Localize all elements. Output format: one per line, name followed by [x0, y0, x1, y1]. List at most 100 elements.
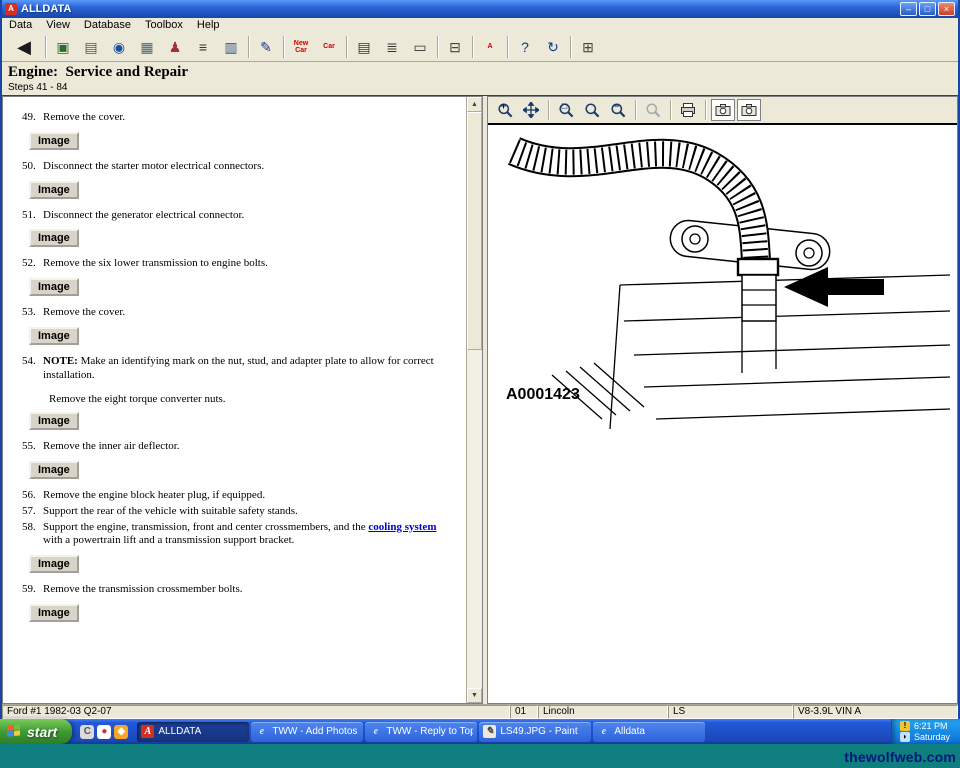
step-number: 58.	[9, 521, 43, 549]
taskbar-item[interactable]: eTWW - Add Photos - ...	[251, 722, 363, 742]
main-split: 49.Remove the cover. Image 50.Disconnect t…	[2, 96, 958, 704]
step-text: Remove the engine block heater plug, if …	[43, 489, 460, 503]
car-icon[interactable]: Car	[316, 35, 342, 59]
scroll-down-button[interactable]: ▼	[467, 688, 482, 703]
step-text: Remove the inner air deflector.	[43, 440, 460, 454]
print-image-button[interactable]	[676, 99, 700, 121]
cooling-system-link[interactable]: cooling system	[368, 521, 436, 533]
technician-icon[interactable]: ♟	[162, 35, 188, 59]
scrollbar-track[interactable]	[467, 112, 482, 688]
document-pages-icon[interactable]: ▥	[218, 35, 244, 59]
image-button[interactable]: Image	[29, 229, 79, 247]
back-button[interactable]: ◀	[7, 35, 41, 59]
image-button[interactable]: Image	[29, 181, 79, 199]
step-item: 58.Support the engine, transmission, fro…	[9, 521, 460, 549]
outline-view-icon[interactable]: ▤	[351, 35, 377, 59]
menu-bar: DataViewDatabaseToolboxHelp	[2, 18, 958, 33]
help-icon[interactable]: ?	[512, 35, 538, 59]
status-segment: Ford #1 1982-03 Q2-07	[2, 705, 510, 719]
step-item: 50.Disconnect the starter motor electric…	[9, 160, 460, 174]
taskbar-item-label: ALLDATA	[158, 726, 201, 737]
menu-toolbox[interactable]: Toolbox	[138, 18, 190, 33]
step-item: 53.Remove the cover.	[9, 306, 460, 320]
vertical-scrollbar[interactable]: ▲ ▼	[466, 97, 482, 703]
taskbar: start C●◆ AALLDATAeTWW - Add Photos - ..…	[0, 719, 960, 744]
mini-list-icon[interactable]: ≡	[190, 35, 216, 59]
image-button[interactable]: Image	[29, 132, 79, 150]
step-number: 49.	[9, 111, 43, 125]
step-subtext: Remove the eight torque converter nuts.	[49, 393, 460, 405]
menu-database[interactable]: Database	[77, 18, 138, 33]
image-area: A0001423	[488, 125, 957, 703]
taskbar-item[interactable]: eAlldata	[593, 722, 705, 742]
print-icon[interactable]: ⊟	[442, 35, 468, 59]
status-segment: V8-3.9L VIN A	[793, 705, 958, 719]
tray-volume-icon[interactable]: ◗	[900, 732, 910, 742]
taskbar-item-icon: e	[597, 725, 610, 738]
image-button[interactable]: Image	[29, 461, 79, 479]
taskbar-item[interactable]: eTWW - Reply to Topic...	[365, 722, 477, 742]
status-segment: LS	[668, 705, 793, 719]
taskbar-item[interactable]: ✎LS49.JPG - Paint	[479, 722, 591, 742]
menu-data[interactable]: Data	[2, 18, 39, 33]
quick-launch-media-icon[interactable]: ◆	[114, 725, 128, 739]
spec-table-icon[interactable]: ▦	[134, 35, 160, 59]
technical-diagram: A0001423	[492, 135, 952, 435]
zoom-unavailable-button	[641, 99, 665, 121]
start-button[interactable]: start	[0, 719, 72, 744]
image-button[interactable]: Image	[29, 412, 79, 430]
close-button[interactable]: ×	[938, 2, 955, 16]
toolbar-separator	[635, 100, 636, 120]
main-toolbar: ◀▣▤◉▦♟≡▥✎New CarCar▤≣▭⊟A?↻⊞	[2, 33, 958, 62]
step-item: 59.Remove the transmission crossmember b…	[9, 583, 460, 597]
step-number: 52.	[9, 257, 43, 271]
step-text: Disconnect the starter motor electrical …	[43, 160, 460, 174]
image-button[interactable]: Image	[29, 604, 79, 622]
step-number: 54.	[9, 355, 43, 383]
step-item: 55.Remove the inner air deflector.	[9, 440, 460, 454]
new-car-icon[interactable]: New Car	[288, 35, 314, 59]
steps-pane: 49.Remove the cover. Image 50.Disconnect t…	[2, 96, 483, 704]
toolbar-separator	[472, 36, 473, 58]
menu-view[interactable]: View	[39, 18, 77, 33]
image-button[interactable]: Image	[29, 327, 79, 345]
scrollbar-thumb[interactable]	[467, 112, 482, 350]
zoom-area-button[interactable]: □	[554, 99, 578, 121]
image-button[interactable]: Image	[29, 555, 79, 573]
fit-width-button[interactable]	[711, 99, 735, 121]
step-item: 49.Remove the cover.	[9, 111, 460, 125]
image-button[interactable]: Image	[29, 278, 79, 296]
quick-launch-bar: C●◆	[72, 725, 136, 739]
step-item: 57.Support the rear of the vehicle with …	[9, 505, 460, 519]
step-item: 52.Remove the six lower transmission to …	[9, 257, 460, 271]
acrobat-icon[interactable]: A	[477, 35, 503, 59]
quick-launch-browser-icon[interactable]: C	[80, 725, 94, 739]
maximize-button[interactable]: □	[919, 2, 936, 16]
toolbar-separator	[705, 100, 706, 120]
tray-security-icon[interactable]: !	[900, 721, 910, 731]
system-tray: ! 6:21 PM ◗ Saturday	[891, 719, 960, 744]
taskbar-item[interactable]: AALLDATA	[137, 722, 249, 742]
image-view-icon[interactable]: ▭	[407, 35, 433, 59]
taskbar-item-label: LS49.JPG - Paint	[500, 726, 577, 737]
print-setup-icon[interactable]: ⊞	[575, 35, 601, 59]
alldata-window: A ALLDATA – □ × DataViewDatabaseToolboxH…	[0, 0, 960, 719]
minimize-button[interactable]: –	[900, 2, 917, 16]
pen-icon[interactable]: ✎	[253, 35, 279, 59]
menu-help[interactable]: Help	[190, 18, 227, 33]
fit-page-button[interactable]	[737, 99, 761, 121]
taskbar-items: AALLDATAeTWW - Add Photos - ...eTWW - Re…	[136, 722, 706, 742]
repair-manual-icon[interactable]: ▤	[78, 35, 104, 59]
step-number: 55.	[9, 440, 43, 454]
vehicle-icon[interactable]: ▣	[50, 35, 76, 59]
zoom-in-button[interactable]: +	[493, 99, 517, 121]
pan-button[interactable]	[519, 99, 543, 121]
zoom-out-button[interactable]: −	[606, 99, 630, 121]
text-view-icon[interactable]: ≣	[379, 35, 405, 59]
quick-launch-messenger-icon[interactable]: ●	[97, 725, 111, 739]
scroll-up-button[interactable]: ▲	[467, 97, 482, 112]
zoom-normal-button[interactable]	[580, 99, 604, 121]
history-icon[interactable]: ↻	[540, 35, 566, 59]
search-doc-icon[interactable]: ◉	[106, 35, 132, 59]
toolbar-separator	[283, 36, 284, 58]
